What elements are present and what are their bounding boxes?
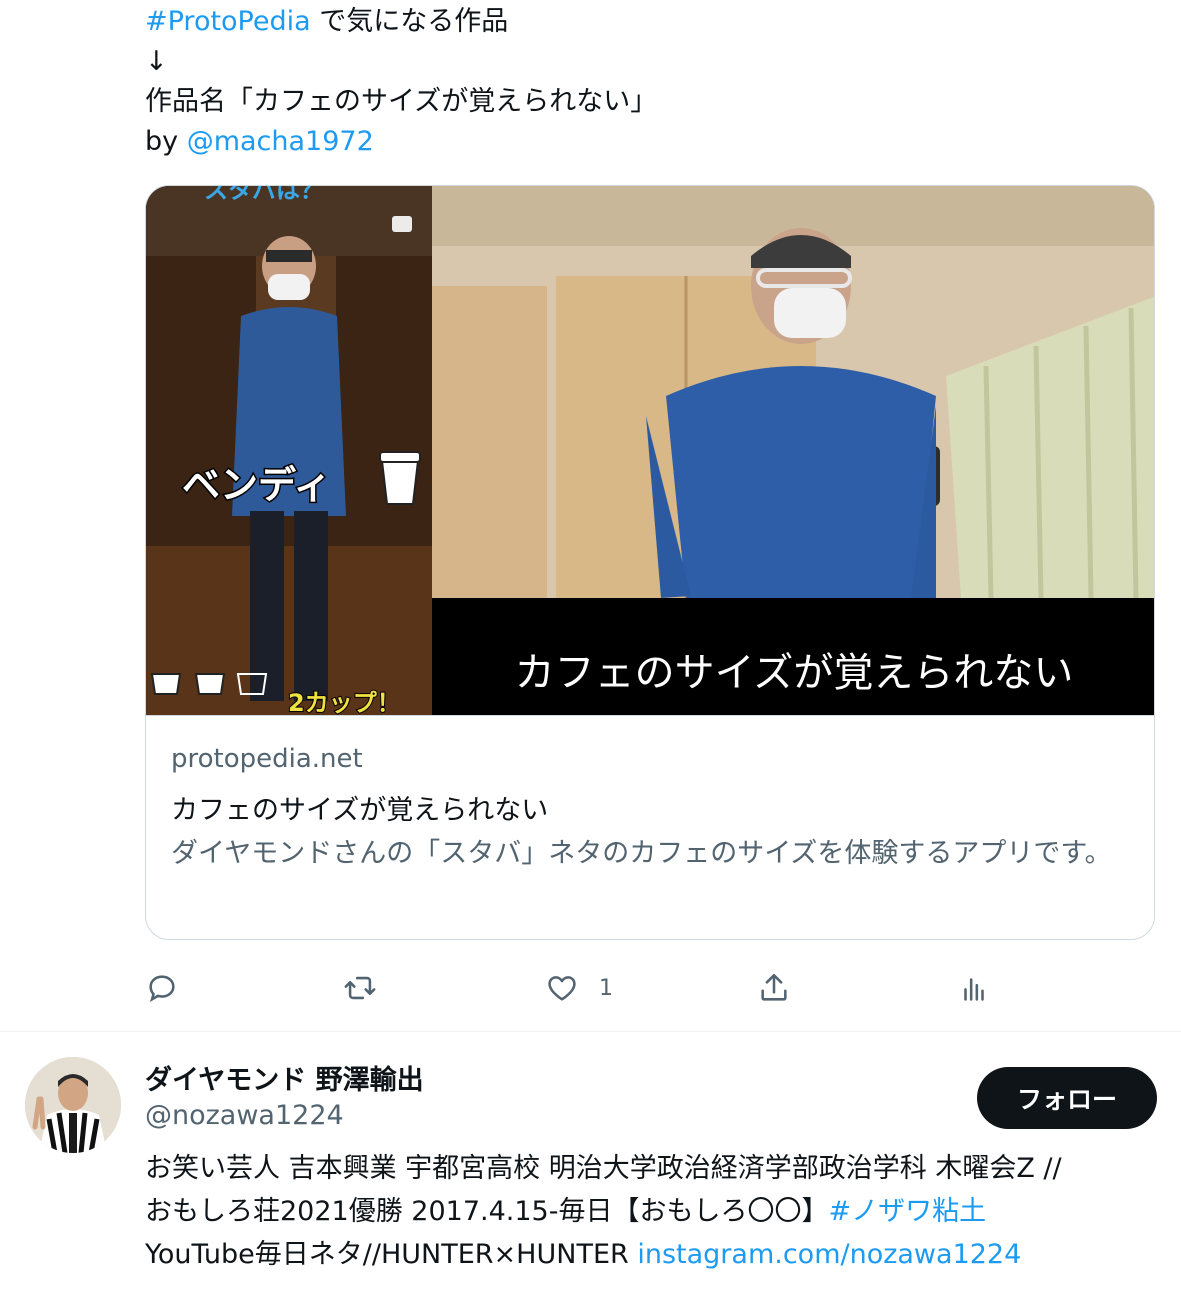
image-banner-text: カフェのサイズが覚えられない [515, 650, 1074, 696]
bio-line-3: YouTube毎日ネタ//HUNTER×HUNTER instagram.com… [145, 1233, 1165, 1276]
image-caption-2cups: 2カップ！ [288, 689, 401, 715]
image-caption-top: スタバは？ [204, 186, 324, 204]
retweet-button[interactable] [343, 960, 377, 1016]
bio-line-2: おもしろ荘2021優勝 2017.4.15-毎日【おもしろ〇〇】#ノザワ粘土 [145, 1190, 1165, 1233]
action-bar: 1 [145, 960, 1155, 1016]
tweet-line-1-text: で気になる作品 [310, 6, 509, 37]
author-mention-link[interactable]: @macha1972 [187, 126, 374, 157]
cup-icon [379, 451, 421, 505]
image-caption-bendy: ベンディ [182, 463, 331, 507]
by-line: by @macha1972 [145, 122, 657, 162]
bio-line-1: お笑い芸人 吉本興業 宇都宮高校 明治大学政治経済学部政治学科 木曜会Z // [145, 1153, 1062, 1184]
hashtag-link[interactable]: #ProtoPedia [145, 6, 311, 37]
by-prefix: by [145, 126, 187, 157]
card-description: ダイヤモンドさんの「スタバ」ネタのカフェのサイズを体験するアプリです。 [171, 838, 1112, 869]
card-divider [146, 715, 1154, 716]
share-button[interactable] [757, 960, 791, 1016]
tweet-line-1: #ProtoPedia で気になる作品 [145, 2, 657, 42]
avatar-image [25, 1057, 121, 1153]
analytics-button[interactable] [957, 960, 991, 1016]
user-display-name[interactable]: ダイヤモンド 野澤輸出 [145, 1058, 424, 1097]
retweet-icon [344, 976, 376, 1000]
like-button[interactable]: 1 [545, 960, 613, 1016]
section-separator [0, 1031, 1181, 1032]
arrow-line: ↓ [145, 46, 168, 77]
reply-button[interactable] [145, 960, 179, 1016]
link-card[interactable]: スタバは？ ベンディ 2カップ！ カフェのサイズが覚えられない protoped… [145, 185, 1155, 940]
avatar[interactable] [25, 1057, 121, 1153]
card-domain: protopedia.net [171, 744, 363, 774]
bio-instagram-link[interactable]: instagram.com/nozawa1224 [637, 1239, 1021, 1270]
reply-icon [149, 975, 175, 1003]
like-count: 1 [599, 975, 613, 1001]
bio-hashtag-link[interactable]: #ノザワ粘土 [828, 1196, 986, 1227]
tweet-text: #ProtoPedia で気になる作品 ↓ 作品名「カフェのサイズが覚えられない… [145, 2, 657, 162]
work-title-line: 作品名「カフェのサイズが覚えられない」 [145, 86, 658, 117]
card-title: カフェのサイズが覚えられない [171, 795, 549, 826]
analytics-icon [964, 978, 984, 1001]
user-bio: お笑い芸人 吉本興業 宇都宮高校 明治大学政治経済学部政治学科 木曜会Z // … [145, 1147, 1165, 1276]
bio-line-2-text: おもしろ荘2021優勝 2017.4.15-毎日【おもしろ〇〇】 [145, 1196, 829, 1227]
card-image-svg: スタバは？ ベンディ 2カップ！ カフェのサイズが覚えられない [146, 186, 1154, 715]
heart-icon [548, 976, 576, 1001]
user-handle[interactable]: @nozawa1224 [145, 1100, 344, 1131]
share-icon [761, 973, 787, 1001]
card-image[interactable]: スタバは？ ベンディ 2カップ！ カフェのサイズが覚えられない [146, 186, 1154, 715]
bio-line-3-text: YouTube毎日ネタ//HUNTER×HUNTER [145, 1239, 638, 1270]
follow-button[interactable]: フォロー [977, 1067, 1157, 1129]
